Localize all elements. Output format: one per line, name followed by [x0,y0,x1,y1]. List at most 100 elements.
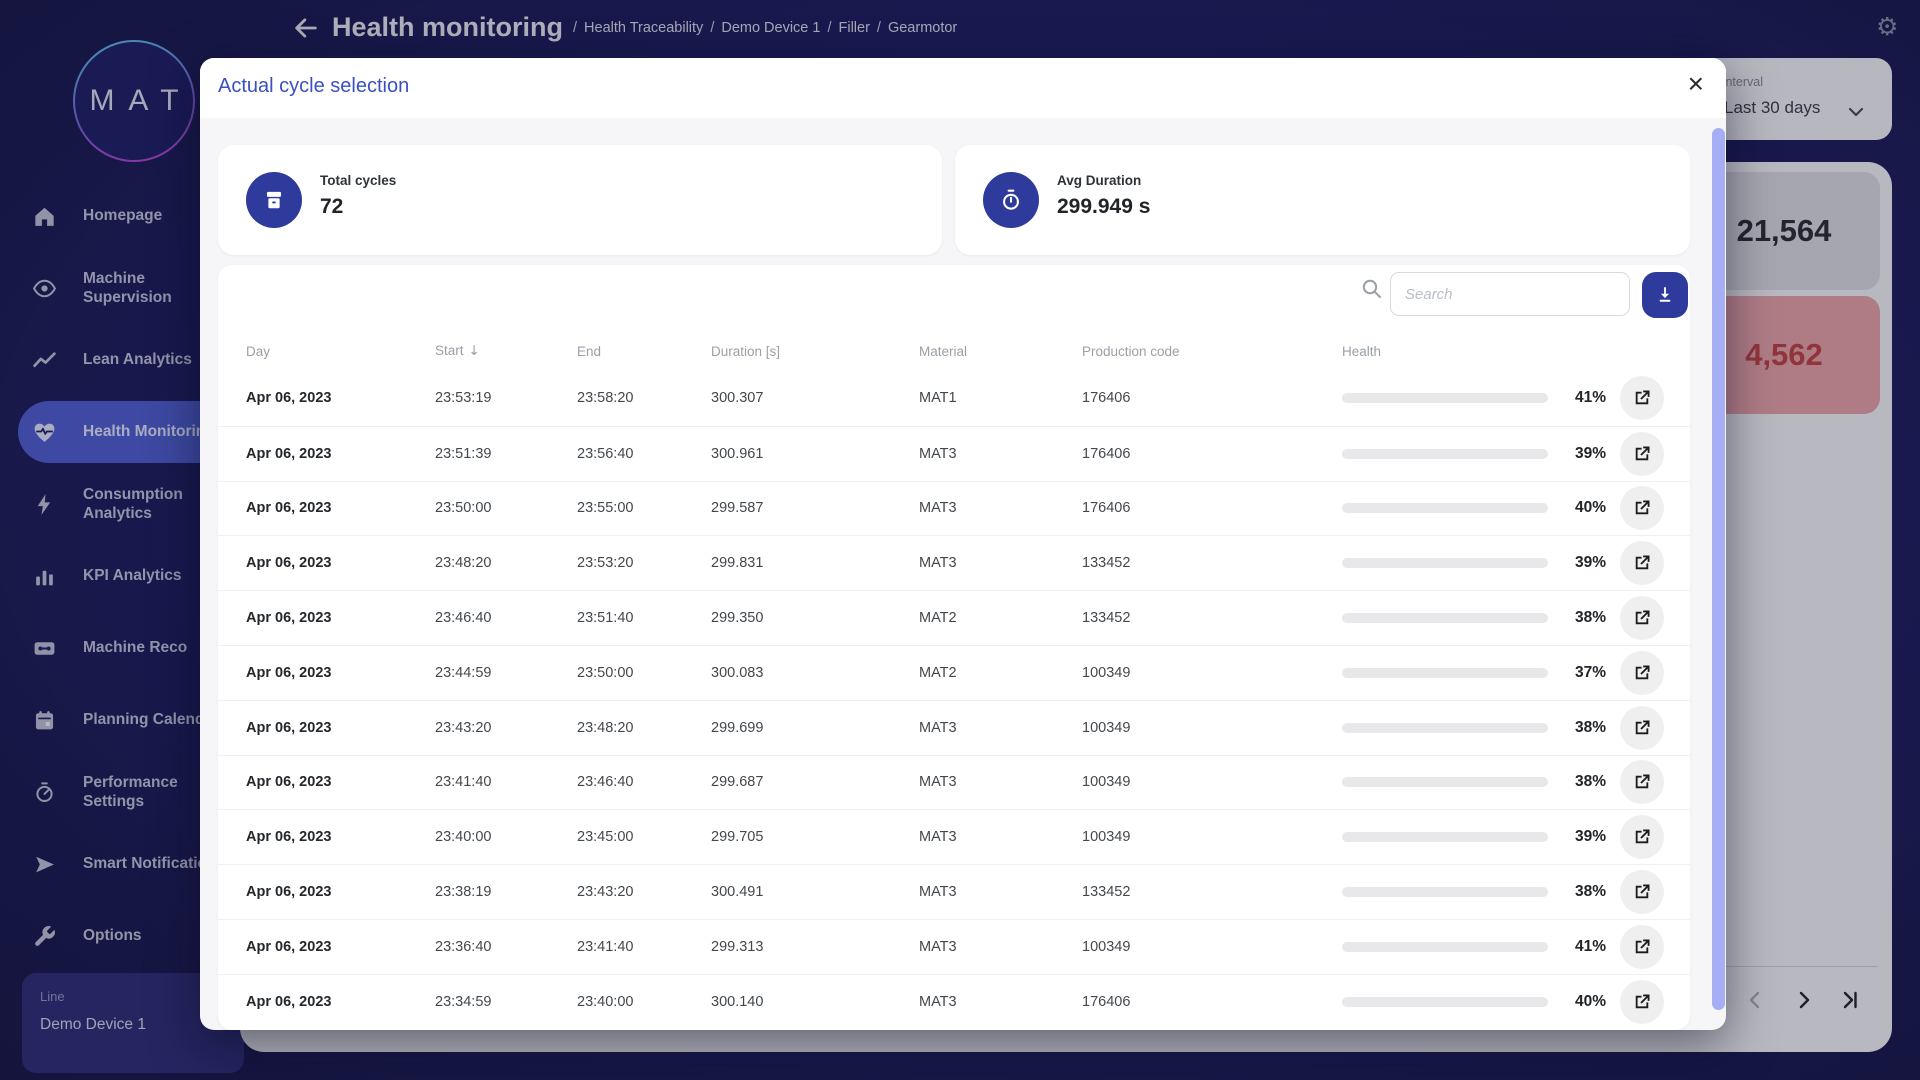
table-row[interactable]: Apr 06, 2023 23:36:40 23:41:40 299.313 M… [218,919,1690,974]
table-row[interactable]: Apr 06, 2023 23:44:59 23:50:00 300.083 M… [218,645,1690,700]
cell-start: 23:44:59 [435,665,577,681]
health-bar [1342,997,1548,1007]
open-cycle-button[interactable] [1620,925,1664,969]
open-cycle-button[interactable] [1620,980,1664,1024]
cell-end: 23:50:00 [577,665,711,681]
table-row[interactable]: Apr 06, 2023 23:41:40 23:46:40 299.687 M… [218,755,1690,810]
cell-start: 23:36:40 [435,939,577,955]
cell-material: MAT2 [919,610,1082,626]
cell-production-code: 176406 [1082,994,1342,1010]
stopwatch-icon [983,172,1039,228]
cell-duration: 299.587 [711,500,919,516]
table-body: Apr 06, 2023 23:53:19 23:58:20 300.307 M… [218,371,1690,1030]
health-bar [1342,832,1548,842]
column-header-day[interactable]: Day [246,344,435,359]
cell-start: 23:46:40 [435,610,577,626]
open-cycle-button[interactable] [1620,815,1664,859]
external-link-icon [1632,608,1652,628]
table-row[interactable]: Apr 06, 2023 23:53:19 23:58:20 300.307 M… [218,371,1690,426]
cell-day: Apr 06, 2023 [246,390,435,406]
modal-header: Actual cycle selection × [200,58,1726,118]
open-cycle-button[interactable] [1620,870,1664,914]
cell-health-percent: 41% [1548,389,1606,407]
total-cycles-card: Total cycles 72 [218,145,942,255]
health-bar [1342,558,1548,568]
table-row[interactable]: Apr 06, 2023 23:48:20 23:53:20 299.831 M… [218,535,1690,590]
health-bar [1342,777,1548,787]
cell-start: 23:43:20 [435,720,577,736]
health-bar [1342,942,1548,952]
cell-health-percent: 38% [1548,773,1606,791]
open-cycle-button[interactable] [1620,432,1664,476]
cell-health-percent: 38% [1548,883,1606,901]
search-input[interactable] [1390,272,1630,316]
cell-duration: 300.961 [711,446,919,462]
cell-start: 23:38:19 [435,884,577,900]
search-icon [1360,277,1384,301]
cell-end: 23:43:20 [577,884,711,900]
cell-material: MAT3 [919,446,1082,462]
cell-start: 23:50:00 [435,500,577,516]
archive-icon [246,172,302,228]
modal-scrollbar[interactable] [1712,128,1725,1010]
table-row[interactable]: Apr 06, 2023 23:50:00 23:55:00 299.587 M… [218,481,1690,536]
open-cycle-button[interactable] [1620,376,1664,420]
table-row[interactable]: Apr 06, 2023 23:51:39 23:56:40 300.961 M… [218,426,1690,481]
column-header-material[interactable]: Material [919,344,1082,359]
cell-day: Apr 06, 2023 [246,500,435,516]
cell-end: 23:55:00 [577,500,711,516]
close-icon[interactable]: × [1688,70,1704,98]
download-button[interactable] [1642,272,1688,318]
health-bar [1342,723,1548,733]
table-row[interactable]: Apr 06, 2023 23:34:59 23:40:00 300.140 M… [218,974,1690,1029]
cell-duration: 300.140 [711,994,919,1010]
cell-production-code: 133452 [1082,555,1342,571]
cell-health-percent: 38% [1548,719,1606,737]
external-link-icon [1632,388,1652,408]
cell-production-code: 100349 [1082,774,1342,790]
external-link-icon [1632,827,1652,847]
table-row[interactable]: Apr 06, 2023 23:46:40 23:51:40 299.350 M… [218,590,1690,645]
download-icon [1654,284,1676,306]
table-row[interactable]: Apr 06, 2023 23:43:20 23:48:20 299.699 M… [218,700,1690,755]
cell-end: 23:41:40 [577,939,711,955]
avg-duration-card: Avg Duration 299.949 s [955,145,1690,255]
cell-production-code: 100349 [1082,829,1342,845]
open-cycle-button[interactable] [1620,651,1664,695]
cell-duration: 299.687 [711,774,919,790]
open-cycle-button[interactable] [1620,706,1664,750]
column-header-start[interactable]: Start↓ [435,343,577,359]
avg-duration-label: Avg Duration [1057,173,1141,188]
avg-duration-value: 299.949 s [1057,195,1150,219]
cycles-table-card: DayStart↓EndDuration [s]MaterialProducti… [218,265,1690,1030]
column-header-duration-s[interactable]: Duration [s] [711,344,919,359]
cell-health-percent: 39% [1548,445,1606,463]
table-header-row: DayStart↓EndDuration [s]MaterialProducti… [218,331,1690,371]
cell-production-code: 100349 [1082,939,1342,955]
cell-day: Apr 06, 2023 [246,555,435,571]
cell-end: 23:58:20 [577,390,711,406]
health-bar [1342,449,1548,459]
open-cycle-button[interactable] [1620,760,1664,804]
cell-health-percent: 37% [1548,664,1606,682]
cell-material: MAT2 [919,665,1082,681]
cycle-selection-modal: Actual cycle selection × Total cycles 72… [200,58,1726,1030]
cell-health-percent: 40% [1548,499,1606,517]
open-cycle-button[interactable] [1620,596,1664,640]
cell-day: Apr 06, 2023 [246,994,435,1010]
column-header-production-code[interactable]: Production code [1082,344,1342,359]
table-row[interactable]: Apr 06, 2023 23:40:00 23:45:00 299.705 M… [218,809,1690,864]
open-cycle-button[interactable] [1620,486,1664,530]
open-cycle-button[interactable] [1620,541,1664,585]
table-row[interactable]: Apr 06, 2023 23:38:19 23:43:20 300.491 M… [218,864,1690,919]
column-header-end[interactable]: End [577,344,711,359]
cell-end: 23:56:40 [577,446,711,462]
cell-production-code: 133452 [1082,884,1342,900]
cell-health-percent: 39% [1548,554,1606,572]
cell-production-code: 176406 [1082,446,1342,462]
cell-start: 23:41:40 [435,774,577,790]
cell-material: MAT3 [919,829,1082,845]
cell-day: Apr 06, 2023 [246,884,435,900]
cell-start: 23:48:20 [435,555,577,571]
column-header-health[interactable]: Health [1342,344,1548,359]
